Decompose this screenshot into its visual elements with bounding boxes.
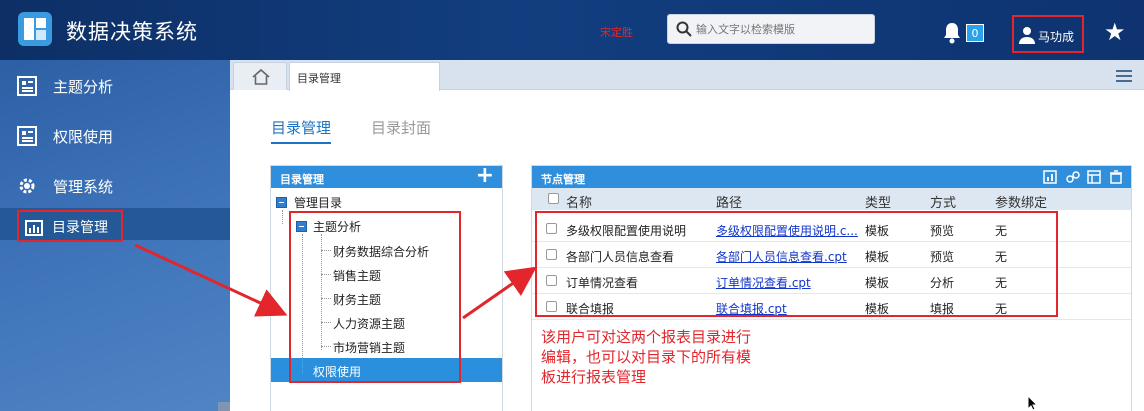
sidebar-item-label: 权限使用 <box>53 128 114 146</box>
sidebar-item-label: 主题分析 <box>53 78 114 96</box>
table-panel-title: 节点管理 <box>541 173 585 186</box>
table-highlight-box <box>535 211 1058 317</box>
table-header-row: 名称 路径 类型 方式 参数绑定 <box>532 188 1131 211</box>
sidebar-item-label: 管理系统 <box>53 178 114 196</box>
search-icon <box>676 21 692 37</box>
user-icon <box>1019 27 1035 44</box>
user-name: 马功成 <box>1038 30 1075 44</box>
notification-badge[interactable]: 0 <box>966 24 984 42</box>
mouse-cursor-icon <box>1027 395 1039 411</box>
bell-icon[interactable] <box>942 22 962 44</box>
annotation-line: 板进行报表管理 <box>541 368 647 386</box>
user-red-label: 宋定胜 <box>600 26 633 39</box>
sidebar-item-theme-analysis[interactable]: 主题分析 <box>0 66 230 106</box>
column-header[interactable]: 路径 <box>716 192 742 211</box>
sidebar-resize-handle[interactable] <box>218 402 230 411</box>
report-icon <box>17 76 37 96</box>
search-input[interactable] <box>696 18 868 40</box>
annotation-line: 该用户可对这两个报表目录进行 <box>541 328 752 346</box>
subtab-catalog-cover[interactable]: 目录封面 <box>371 117 431 138</box>
tree-connector <box>282 210 283 224</box>
report-icon <box>17 126 37 146</box>
table-panel-header: 节点管理 <box>532 166 1131 188</box>
collapse-icon[interactable] <box>276 197 287 208</box>
sidebar-subitem-label: 目录管理 <box>52 220 108 236</box>
sidebar-item-manage-system[interactable]: 管理系统 <box>0 166 230 206</box>
add-icon[interactable]: + <box>476 163 494 188</box>
chart-icon <box>25 220 43 236</box>
hamburger-menu-icon[interactable] <box>1116 70 1132 82</box>
column-header[interactable]: 参数绑定 <box>995 192 1047 211</box>
annotation-line: 编辑，也可以对目录下的所有模 <box>541 348 752 366</box>
tree-panel-header: 目录管理 + <box>271 163 502 188</box>
select-all-checkbox[interactable] <box>548 193 559 204</box>
user-menu[interactable]: 马功成 <box>1012 15 1084 53</box>
subtab-catalog-manage[interactable]: 目录管理 <box>271 117 331 138</box>
table-edit-icon[interactable] <box>1087 170 1103 184</box>
sidebar-item-permission[interactable]: 权限使用 <box>0 116 230 156</box>
tree-node-root[interactable]: 管理目录 <box>294 194 342 211</box>
star-icon[interactable]: ★ <box>1104 18 1126 46</box>
active-subtab-indicator <box>271 142 331 144</box>
tab-home[interactable] <box>233 62 287 90</box>
link-icon[interactable] <box>1065 170 1081 184</box>
gear-icon <box>19 178 35 194</box>
home-icon <box>252 68 270 85</box>
search-box[interactable] <box>667 14 875 44</box>
tab-label: 目录管理 <box>297 72 341 85</box>
tab-catalog-manage[interactable]: 目录管理 <box>289 62 440 91</box>
chart-add-icon[interactable] <box>1043 170 1059 184</box>
trash-icon[interactable] <box>1109 170 1123 184</box>
tree-panel-title: 目录管理 <box>280 173 324 186</box>
tree-highlight-box <box>289 211 461 383</box>
column-header[interactable]: 类型 <box>865 192 891 211</box>
sidebar-subitem-catalog[interactable]: 目录管理 <box>17 210 123 242</box>
column-header[interactable]: 方式 <box>930 192 956 211</box>
column-header[interactable]: 名称 <box>566 192 592 211</box>
app-logo <box>18 12 52 46</box>
annotation-text: 该用户可对这两个报表目录进行 编辑，也可以对目录下的所有模 板进行报表管理 <box>541 327 781 387</box>
app-title: 数据决策系统 <box>66 20 198 44</box>
